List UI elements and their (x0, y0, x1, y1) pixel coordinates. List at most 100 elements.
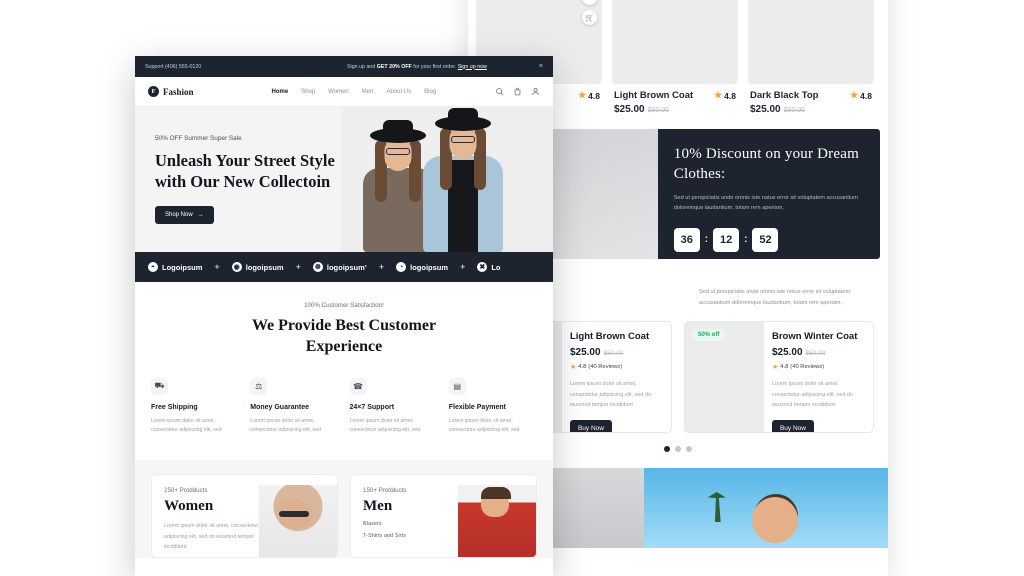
category-card-women[interactable]: 250+ Prodducts Women Lorem ipsum dolor s… (151, 474, 338, 559)
star-icon: ★ (569, 364, 577, 371)
countdown-timer: 36 : 12 : 52 (673, 227, 864, 252)
nav-links: Home Shop Women Men About Us Blog (272, 89, 437, 95)
hero-section: 50% OFF Summer Super Sale Unleash Your S… (135, 107, 553, 252)
timer-separator: : (704, 234, 709, 246)
search-icon[interactable] (495, 87, 504, 96)
partner-logo-label: logoipsum (245, 262, 284, 272)
deal-product-name: Brown Winter Coat (771, 331, 858, 342)
plus-separator-icon: + (378, 262, 385, 272)
price-old: $50.00 (805, 350, 826, 357)
product-image[interactable] (612, 0, 738, 84)
plus-separator-icon: + (460, 262, 466, 272)
product-price: $25.00 $50.00 (612, 101, 738, 115)
logoipsum-icon: ◓ (148, 262, 158, 272)
model-head-decor (751, 496, 798, 543)
category-desc: Lorem ipsum dolor sit amet, consectetur … (164, 523, 259, 550)
price-current: $25.00 (750, 104, 781, 115)
timer-seconds: 52 (752, 227, 779, 252)
feature-desc: Lorem ipsum dolor sit amet, consectetur … (349, 417, 421, 434)
hero-kicker: 50% OFF Summer Super Sale (155, 134, 242, 142)
nav-item-home[interactable]: Home (272, 89, 289, 95)
brand-logo-strip: ◓ Logoipsum + ◉ logoipsum + ☸ logoipsum’… (135, 252, 553, 282)
logoipsum-icon: ◔ (396, 262, 407, 272)
truck-icon: ⛟ (151, 377, 168, 395)
feature-desc: Lorem ipsum dolor sit amet, consectetur … (448, 417, 520, 434)
product-rating: ★ 4.8 (714, 90, 736, 101)
partner-logo-label: Logoipsum (162, 262, 203, 272)
nav-item-about-us[interactable]: About Us (386, 89, 411, 95)
product-card[interactable]: Light Brown Coat ★ 4.8 $25.00 $50.00 (612, 0, 738, 115)
price-current: $25.00 (614, 104, 645, 115)
plus-separator-icon: + (214, 262, 220, 272)
pagination-dot[interactable] (675, 446, 681, 452)
partner-logo: ☸ logoipsum’ (312, 262, 367, 272)
main-navbar: F Fashion Home Shop Women Men About Us B… (135, 77, 553, 107)
deal-product-desc: Lorem ipsum dolor sit amet, consectetur … (569, 381, 651, 409)
brand-name: Fashion (163, 86, 194, 97)
glasses-decor (386, 148, 410, 155)
review-count: (40 Reviews) (790, 364, 825, 370)
features-kicker: 100% Customer Satisfaction! (304, 302, 384, 309)
partner-logo-label: logoipsum’ (326, 262, 367, 272)
timer-hours: 36 (673, 227, 700, 252)
hat-decor (370, 128, 426, 143)
nav-item-blog[interactable]: Blog (424, 89, 436, 95)
compare-icon[interactable]: ☷ (582, 0, 597, 5)
deal-product-name: Light Brown Coat (569, 331, 650, 342)
cart-icon[interactable]: 🛒 (582, 10, 597, 25)
arrow-right-icon: → (197, 212, 204, 219)
rating-value: 4.8 (578, 364, 587, 370)
nav-icons (495, 87, 540, 96)
promo-message: Sign up and GET 20% OFF for your first o… (295, 64, 539, 70)
rating-value: 4.8 (780, 364, 789, 370)
deal-body: Brown Winter Coat $25.00 $50.00 ★ 4.8 (40… (764, 322, 873, 432)
category-section: 250+ Prodducts Women Lorem ipsum dolor s… (135, 460, 553, 559)
bag-icon[interactable] (513, 87, 522, 96)
discount-title: 10% Discount on your Dream Clothes: (673, 146, 859, 182)
product-card[interactable]: Dark Black Top ★ 4.8 $25.00 $50.00 (748, 0, 874, 115)
deal-card[interactable]: 50% off Brown Winter Coat $25.00 $50.00 ★… (684, 321, 874, 433)
category-card-men[interactable]: 150+ Prodducts Men Blazers T-Shirts and … (350, 474, 537, 559)
announcement-bar: Support (406) 555-0120 Sign up and GET 2… (135, 56, 553, 77)
price-old: $50.00 (783, 107, 806, 114)
product-image[interactable] (748, 0, 874, 84)
logoipsum-icon: ☸ (312, 262, 323, 272)
features-title: We Provide Best Customer Experience (251, 317, 437, 355)
buy-now-button[interactable]: Buy Now (771, 419, 814, 432)
buy-now-button[interactable]: Buy Now (569, 419, 612, 432)
close-icon[interactable]: × (539, 63, 543, 70)
feature-item: ☎ 24×7 Support Lorem ipsum dolor sit ame… (349, 377, 438, 437)
deal-rating: ★ 4.8 (40 Reviews) (772, 363, 865, 371)
hero-image (341, 107, 553, 252)
signup-link[interactable]: Sign up now (458, 64, 487, 70)
hat-decor (435, 116, 491, 131)
category-image (259, 485, 337, 558)
pagination-dot[interactable] (686, 446, 692, 452)
glasses-decor (451, 136, 475, 143)
product-rating: ★ 4.8 (850, 90, 872, 101)
deal-price: $25.00 $50.00 (772, 347, 865, 358)
plus-separator-icon: + (295, 262, 301, 272)
product-price: $25.00 $50.00 (748, 101, 874, 115)
user-icon[interactable] (531, 87, 540, 96)
pagination-dot[interactable] (664, 446, 670, 452)
rating-value: 4.8 (588, 90, 600, 101)
price-old: $50.00 (647, 107, 670, 114)
category-image (458, 485, 536, 558)
partner-logo-label: logoipsum (410, 262, 449, 272)
deal-rating: ★ 4.8 (40 Reviews) (570, 363, 663, 371)
support-icon: ☎ (349, 377, 367, 395)
feature-desc: Lorem ipsum dolor sit amet, consectetur … (151, 417, 222, 434)
deal-description: Sed ut perspiciatis unde omnis iste natu… (699, 289, 851, 306)
nav-item-shop[interactable]: Shop (301, 89, 315, 95)
card-icon: ▤ (448, 377, 466, 395)
shop-now-button[interactable]: Shop Now → (155, 206, 214, 225)
product-meta: Light Brown Coat ★ 4.8 (612, 84, 738, 101)
partner-logo: ◔ logoipsum (396, 262, 448, 272)
nav-item-women[interactable]: Women (328, 89, 349, 95)
product-meta: Dark Black Top ★ 4.8 (748, 84, 874, 101)
partner-logo: ✖ Lo (477, 262, 501, 272)
brand-logo[interactable]: F Fashion (148, 86, 194, 97)
star-icon: ★ (578, 90, 587, 100)
nav-item-men[interactable]: Men (362, 89, 374, 95)
